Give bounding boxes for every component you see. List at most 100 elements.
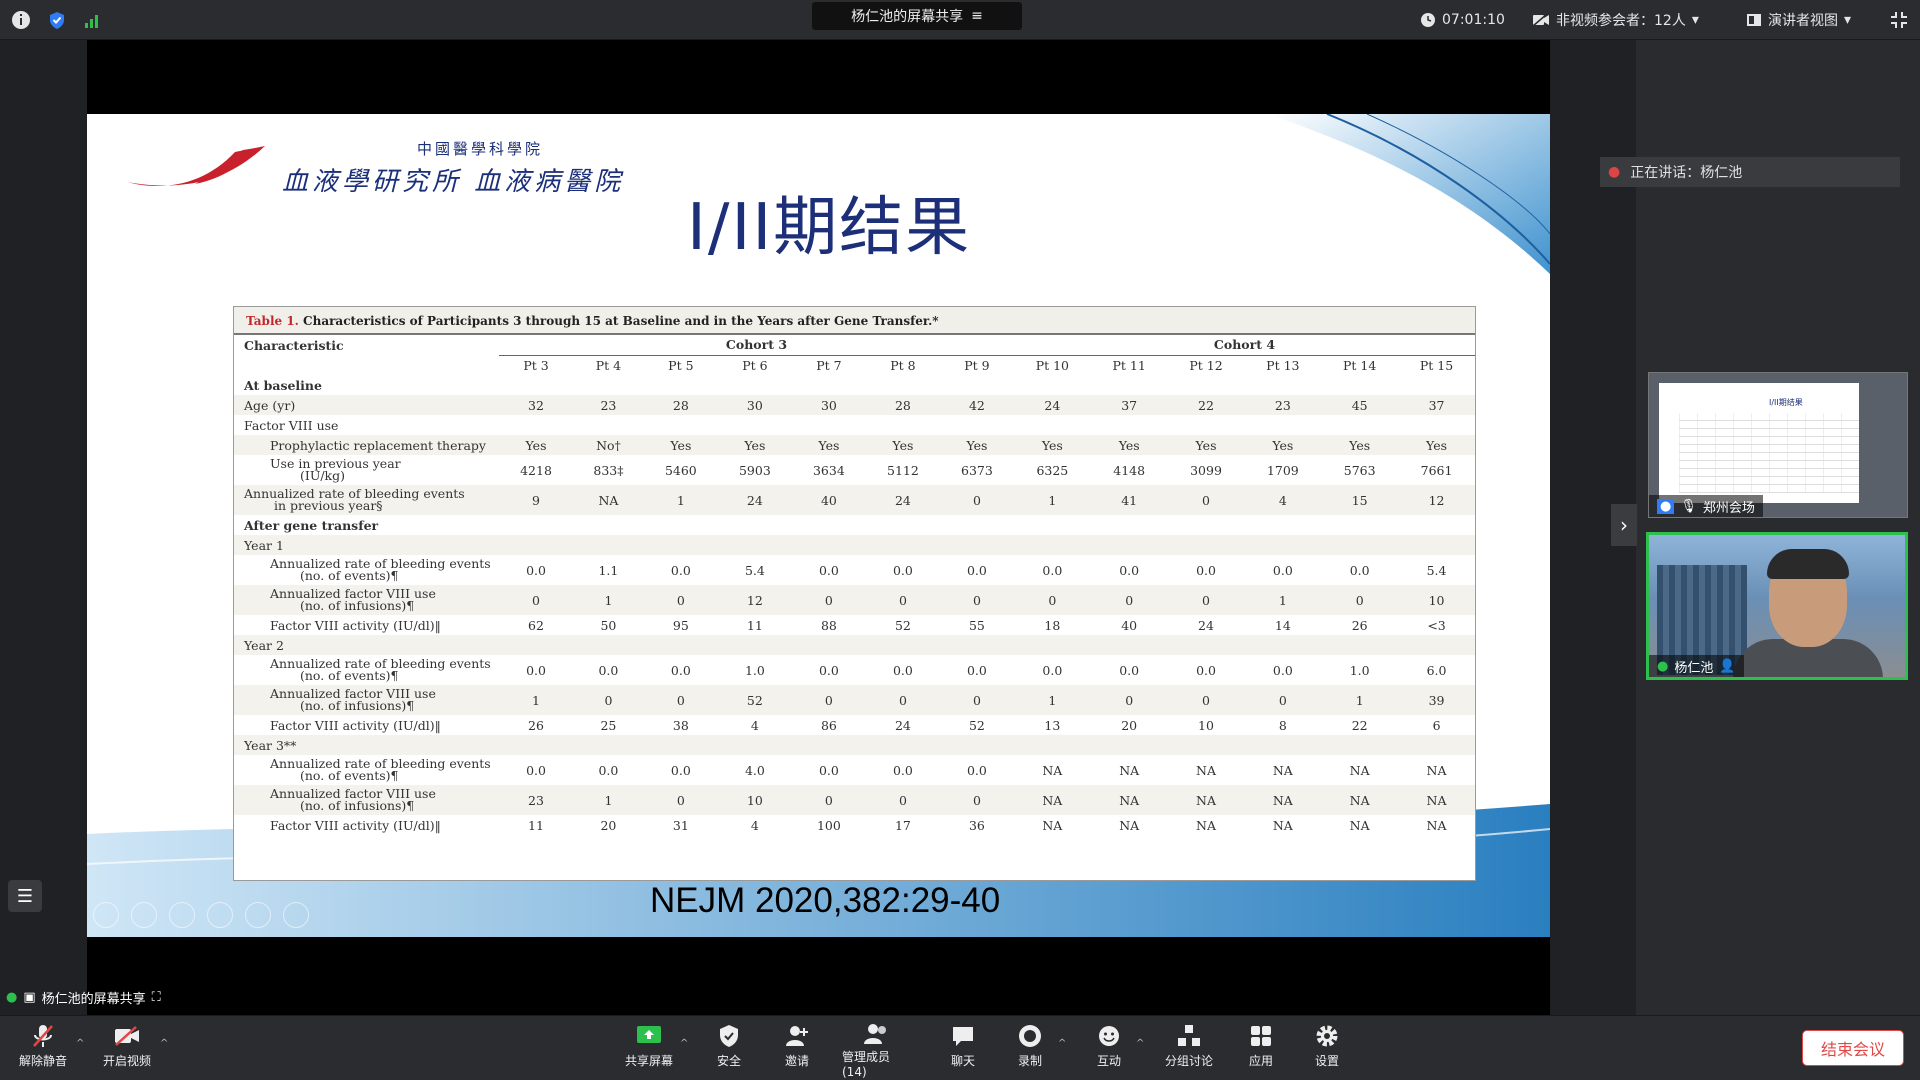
patient-header-row: Pt 3 Pt 4 Pt 5 Pt 6 Pt 7 Pt 8 Pt 9 Pt 10 Pt 11 Pt… xyxy=(234,355,1475,375)
slides-grid-icon[interactable] xyxy=(207,902,233,928)
table-cell: 0.0 xyxy=(526,562,546,578)
collapse-panel-button[interactable]: › xyxy=(1611,504,1637,546)
table-cell xyxy=(1167,635,1245,655)
table-cell: 0.0 xyxy=(670,662,691,678)
row-label: Year 3** xyxy=(234,735,499,755)
end-meeting-button[interactable]: 结束会议 xyxy=(1802,1030,1904,1066)
fullscreen-exit-icon[interactable] xyxy=(1888,9,1910,31)
table-cell: 4218 xyxy=(520,462,552,478)
table-row: At baseline xyxy=(234,375,1475,395)
video-tile-zhengzhou[interactable]: I/II期结果 ● 🎙 郑州会场 xyxy=(1648,372,1908,518)
table-cell: 38 xyxy=(672,717,689,733)
focus-icon[interactable]: ⛶ xyxy=(152,990,161,1005)
pen-icon[interactable] xyxy=(169,902,195,928)
signal-icon[interactable] xyxy=(82,9,104,31)
settings-label: 设置 xyxy=(1314,1054,1339,1068)
chevron-up-icon[interactable]: ^ xyxy=(76,1038,84,1049)
table-cell: 6373 xyxy=(961,462,993,478)
chevron-up-icon[interactable]: ^ xyxy=(1058,1038,1066,1049)
row-label-text: At baseline xyxy=(244,377,322,393)
share-screen-button[interactable]: 共享屏幕 xyxy=(614,1022,684,1076)
table-cell: 3099 xyxy=(1190,462,1222,478)
table-cell: 12 xyxy=(1398,485,1475,515)
row-label-continuation: (no. of infusions)¶ xyxy=(300,598,415,613)
microphone-icon: 🎙 xyxy=(1680,498,1697,514)
table-row: Use in previous year (IU/kg) 4218 833‡ 5460 5… xyxy=(234,455,1475,485)
table-cell: NA xyxy=(1167,785,1245,815)
row-label-continuation: (no. of infusions)¶ xyxy=(300,798,415,813)
table-cell xyxy=(939,535,1014,555)
table-cell xyxy=(1167,735,1245,755)
mini-slide-title: I/II期结果 xyxy=(1769,398,1803,407)
chevron-up-icon[interactable]: ^ xyxy=(680,1038,688,1049)
info-icon[interactable] xyxy=(10,9,32,31)
table-cell: 1.0 xyxy=(1349,662,1370,678)
table-cell: 0 xyxy=(865,585,940,615)
table-row: Annualized factor VIII use (no. of infusi… xyxy=(234,585,1475,615)
table-cell xyxy=(1321,735,1399,755)
zoom-icon[interactable] xyxy=(245,902,271,928)
settings-button[interactable]: 设置 xyxy=(1292,1022,1362,1076)
table-cell xyxy=(1321,375,1398,395)
camera-off-icon xyxy=(1532,13,1549,27)
breakout-label: 分组讨论 xyxy=(1164,1054,1213,1068)
table-cell: 30 xyxy=(717,395,792,415)
chat-label: 聊天 xyxy=(950,1054,975,1068)
table-cell: 0 xyxy=(499,585,574,615)
row-label-text: Factor VIII activity (IU/dl)‖ xyxy=(270,817,441,833)
table-cell: 0 xyxy=(643,585,718,615)
table-cell: Yes xyxy=(1090,435,1168,455)
security-label: 安全 xyxy=(716,1054,741,1068)
slide-title: I/II期结果 xyxy=(687,191,972,265)
tile-label: ● 杨仁池 👤 xyxy=(1649,655,1744,677)
next-slide-icon[interactable] xyxy=(131,902,157,928)
table-cell xyxy=(1398,535,1475,555)
participants-dropdown[interactable]: 非视频参会者：12人 ▾ xyxy=(1532,8,1699,32)
row-label: After gene transfer xyxy=(234,515,499,535)
row-label-continuation: (no. of events)¶ xyxy=(300,568,399,583)
table-cell xyxy=(865,535,940,555)
table-cell: NA xyxy=(1042,817,1063,833)
more-icon[interactable] xyxy=(283,902,309,928)
interact-button[interactable]: 互动 xyxy=(1074,1022,1144,1076)
institute-logo xyxy=(127,146,265,187)
table-number: Table 1. xyxy=(246,314,299,328)
row-label: At baseline xyxy=(234,375,499,395)
video-tile-speaker[interactable]: ● 杨仁池 👤 xyxy=(1646,532,1908,680)
table-cell: 1 xyxy=(1013,685,1091,715)
manage-members-button[interactable]: 管理成员(14) xyxy=(842,1022,912,1079)
table-cell: 0 xyxy=(1244,685,1322,715)
start-video-button[interactable]: 开启视频 xyxy=(92,1022,162,1076)
list-icon[interactable]: ☰ xyxy=(8,880,42,912)
table-cell: 1 xyxy=(1244,585,1322,615)
row-label: Use in previous year (IU/kg) xyxy=(234,455,499,485)
view-dropdown[interactable]: 演讲者视图 ▾ xyxy=(1746,8,1851,32)
menu-icon[interactable]: ≡ xyxy=(971,8,983,24)
security-button[interactable]: 安全 xyxy=(694,1022,764,1076)
record-button[interactable]: 录制 xyxy=(995,1022,1065,1076)
table-cell xyxy=(1321,635,1399,655)
table-cell xyxy=(499,635,574,655)
chevron-up-icon[interactable]: ^ xyxy=(160,1038,168,1049)
table-cell xyxy=(791,535,866,555)
presentation-slide: 中國醫學科學院 血液學研究所 血液病醫院 I/II期结果 Table 1. Ch… xyxy=(87,114,1550,937)
top-bar: 杨仁池的屏幕共享 ≡ 07:01:10 非视频参会者：12人 ▾ 演讲者视图 ▾ xyxy=(0,0,1920,40)
shield-icon[interactable] xyxy=(46,9,68,31)
table-cell: 0.0 xyxy=(598,762,619,778)
apps-button[interactable]: 应用 xyxy=(1226,1022,1296,1076)
table-cell: 0 xyxy=(1167,485,1245,515)
share-status-pill[interactable]: 杨仁池的屏幕共享 ≡ xyxy=(812,2,1022,30)
table-cell xyxy=(1244,415,1321,435)
invite-button[interactable]: 邀请 xyxy=(762,1022,832,1076)
patient-header: Pt 14 xyxy=(1343,357,1377,373)
manage-members-label: 管理成员(14) xyxy=(842,1050,891,1079)
chevron-up-icon[interactable]: ^ xyxy=(1136,1038,1144,1049)
table-cell: 88 xyxy=(820,617,837,633)
chat-button[interactable]: 聊天 xyxy=(928,1022,998,1076)
previous-slide-icon[interactable] xyxy=(93,902,119,928)
patient-header: Pt 10 xyxy=(1035,357,1070,373)
unmute-button[interactable]: 解除静音 xyxy=(8,1022,78,1076)
clock-icon xyxy=(1421,13,1435,27)
table-cell: 0.0 xyxy=(1272,562,1293,578)
breakout-button[interactable]: 分组讨论 xyxy=(1154,1022,1224,1076)
